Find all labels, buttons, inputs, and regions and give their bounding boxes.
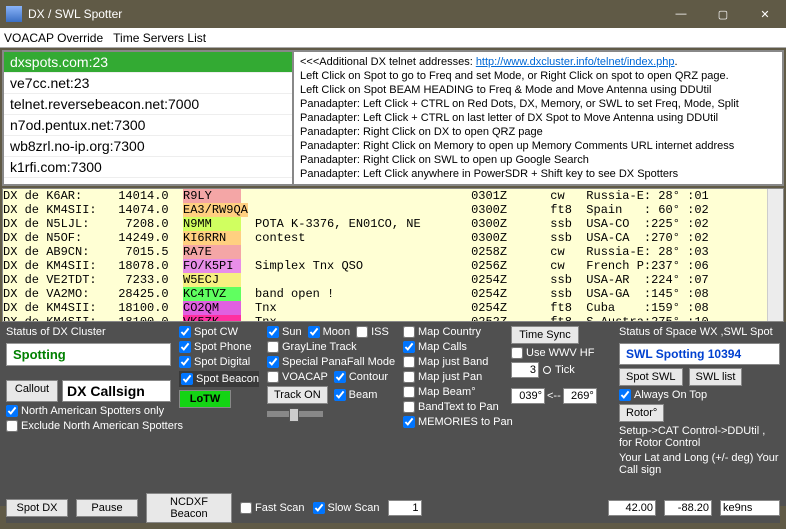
lon-field[interactable]	[664, 500, 712, 516]
tick-radio[interactable]	[543, 366, 551, 374]
swl-status: SWL Spotting 10394	[619, 343, 780, 365]
contour-check[interactable]	[334, 371, 346, 383]
grayline-check[interactable]	[267, 341, 279, 353]
spot-row[interactable]: DX de VA2MO: 28425.0 KC4TVZ band open ! …	[3, 287, 767, 301]
rotor-button[interactable]: Rotor°	[619, 404, 664, 422]
spot-row[interactable]: DX de KM4SII: 18100.0 CO2QM Tnx 0254Z ft…	[3, 301, 767, 315]
server-item[interactable]: wb8zrl.no-ip.org:7300	[4, 136, 292, 157]
server-item[interactable]: n7od.pentux.net:7300	[4, 115, 292, 136]
bandtext-check[interactable]	[403, 401, 415, 413]
info-panel: <<<Additional DX telnet addresses: http:…	[293, 51, 783, 185]
callsign-field[interactable]	[720, 500, 780, 516]
spot-row[interactable]: DX de N5OF: 14249.0 KI6RRN contest 0300Z…	[3, 231, 767, 245]
server-item[interactable]: k1rfi.com:7300	[4, 157, 292, 178]
window-title: DX / SWL Spotter	[28, 7, 660, 21]
lat-field[interactable]	[608, 500, 656, 516]
app-icon	[6, 6, 22, 22]
swl-status-label: Status of Space WX ,SWL Spot	[619, 326, 780, 338]
spot-phone-check[interactable]	[179, 341, 191, 353]
memories-check[interactable]	[403, 416, 415, 428]
fast-scan-check[interactable]	[240, 502, 252, 514]
na-only-check[interactable]	[6, 405, 18, 417]
server-item[interactable]: ve7cc.net:23	[4, 73, 292, 94]
server-item[interactable]: telnet.reversebeacon.net:7000	[4, 94, 292, 115]
map-pan-check[interactable]	[403, 371, 415, 383]
iss-check[interactable]	[356, 326, 368, 338]
latlong-hint: Your Lat and Long (+/- deg) Your Call si…	[619, 452, 780, 476]
rotor-a-field[interactable]	[511, 388, 545, 404]
wwv-check[interactable]	[511, 347, 523, 359]
scrollbar[interactable]	[767, 189, 783, 321]
rotor-b-field[interactable]	[563, 388, 597, 404]
spot-row[interactable]: DX de K6AR: 14014.0 R9LY 0301Z cw Russia…	[3, 189, 767, 203]
minimize-button[interactable]: —	[660, 0, 702, 28]
tick-field[interactable]	[511, 362, 539, 378]
pause-button[interactable]: Pause	[76, 499, 138, 517]
always-on-top-check[interactable]	[619, 389, 631, 401]
slow-scan-check[interactable]	[313, 502, 325, 514]
server-item[interactable]: dxspots.com:23	[4, 52, 292, 73]
menu-time-servers[interactable]: Time Servers List	[113, 31, 206, 45]
map-beam-check[interactable]	[403, 386, 415, 398]
server-list[interactable]: dxspots.com:23 ve7cc.net:23 telnet.rever…	[3, 51, 293, 185]
callout-button[interactable]: Callout	[6, 380, 58, 402]
status-value: Spotting	[6, 343, 171, 366]
setup-hint: Setup->CAT Control->DDUtil , for Rotor C…	[619, 425, 780, 449]
map-country-check[interactable]	[403, 326, 415, 338]
maximize-button[interactable]: ▢	[702, 0, 744, 28]
beam-slider[interactable]	[267, 411, 323, 417]
map-band-check[interactable]	[403, 356, 415, 368]
ncdxf-button[interactable]: NCDXF Beacon	[146, 493, 232, 523]
lotw-button[interactable]: LoTW	[179, 390, 231, 408]
spot-row[interactable]: DX de KM4SII: 18100.0 VK5ZK Tnx 0252Z ft…	[3, 315, 767, 321]
close-button[interactable]: ✕	[744, 0, 786, 28]
time-sync-button[interactable]: Time Sync	[511, 326, 579, 344]
menu-voacap-override[interactable]: VOACAP Override	[4, 31, 103, 45]
spot-swl-button[interactable]: Spot SWL	[619, 368, 683, 386]
telnet-link[interactable]: http://www.dxcluster.info/telnet/index.p…	[476, 56, 675, 68]
slow-scan-field[interactable]	[388, 500, 422, 516]
voacap-check[interactable]	[267, 371, 279, 383]
swl-list-button[interactable]: SWL list	[689, 368, 743, 386]
track-on-button[interactable]: Track ON	[267, 386, 328, 404]
spot-digital-check[interactable]	[179, 356, 191, 368]
moon-check[interactable]	[308, 326, 320, 338]
spot-row[interactable]: DX de VE2TDT: 7233.0 W5ECJ 0254Z ssb USA…	[3, 273, 767, 287]
spot-beacon-check[interactable]	[181, 373, 193, 385]
spot-row[interactable]: DX de KM4SII: 18078.0 FO/K5PI Simplex Tn…	[3, 259, 767, 273]
status-label: Status of DX Cluster	[6, 326, 171, 338]
spot-row[interactable]: DX de N5LJL: 7208.0 N9MM POTA K-3376, EN…	[3, 217, 767, 231]
spot-dx-button[interactable]: Spot DX	[6, 499, 68, 517]
dx-spot-list[interactable]: DX de K6AR: 14014.0 R9LY 0301Z cw Russia…	[3, 189, 767, 321]
beam-check[interactable]	[334, 389, 346, 401]
spot-row[interactable]: DX de AB9CN: 7015.5 RA7E 0258Z cw Russia…	[3, 245, 767, 259]
sun-check[interactable]	[267, 326, 279, 338]
spot-cw-check[interactable]	[179, 326, 191, 338]
map-calls-check[interactable]	[403, 341, 415, 353]
panafall-check[interactable]	[267, 356, 279, 368]
exclude-na-check[interactable]	[6, 420, 18, 432]
spot-row[interactable]: DX de KM4SII: 14074.0 EA3/RW9QA 0300Z ft…	[3, 203, 767, 217]
dx-callsign-button[interactable]: DX Callsign	[62, 380, 171, 402]
